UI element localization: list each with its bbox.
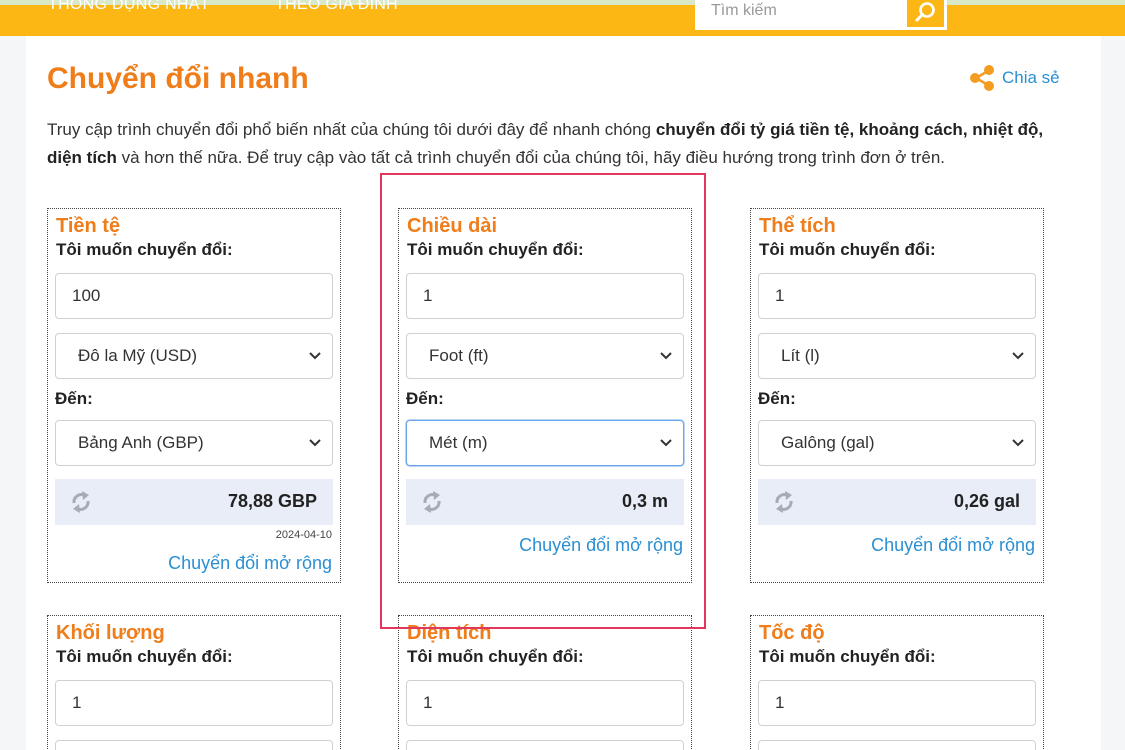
intro-paragraph: Truy cập trình chuyển đổi phổ biến nhất … [47, 116, 1047, 172]
result-box: 78,88 GBP [55, 479, 333, 525]
from-unit-value: Foot (ft) [429, 346, 489, 365]
amount-input[interactable] [55, 680, 333, 726]
card-title: Tiền tệ [56, 215, 121, 237]
amount-input[interactable] [406, 680, 684, 726]
to-unit-value: Galông (gal) [781, 433, 875, 452]
from-unit-select[interactable]: Đô la Mỹ (USD) [55, 333, 333, 379]
chevron-down-icon [660, 352, 672, 360]
card-title: Thể tích [759, 215, 836, 237]
nav-item-by-family[interactable]: THEO GIA ĐÌNH [275, 0, 398, 14]
from-unit-select[interactable] [406, 740, 684, 750]
converter-card-speed: Tốc độ Tôi muốn chuyển đổi: [750, 615, 1044, 750]
extended-conversion-link[interactable]: Chuyển đổi mở rộng [871, 535, 1035, 556]
to-label: Đến: [55, 389, 93, 408]
card-title: Tốc độ [759, 622, 825, 644]
share-button[interactable]: Chia sẻ [968, 64, 1060, 92]
card-subtitle: Tôi muốn chuyển đổi: [759, 240, 936, 259]
converter-card-currency: Tiền tệ Tôi muốn chuyển đổi: Đô la Mỹ (U… [47, 208, 341, 583]
to-unit-select[interactable]: Bảng Anh (GBP) [55, 420, 333, 466]
from-unit-select[interactable] [758, 740, 1036, 750]
card-subtitle: Tôi muốn chuyển đổi: [56, 240, 233, 259]
top-nav-bar: THÔNG DỤNG NHẤT THEO GIA ĐÌNH [0, 0, 1125, 36]
chevron-down-icon [1012, 439, 1024, 447]
from-unit-value: Lít (l) [781, 346, 820, 365]
nav-item-most-common[interactable]: THÔNG DỤNG NHẤT [48, 0, 210, 14]
to-label: Đến: [406, 389, 444, 408]
card-subtitle: Tôi muốn chuyển đổi: [407, 240, 584, 259]
extended-conversion-link[interactable]: Chuyển đổi mở rộng [168, 553, 332, 574]
search-button[interactable] [907, 0, 947, 30]
converter-card-mass: Khối lượng Tôi muốn chuyển đổi: [47, 615, 341, 750]
rate-date: 2024-04-10 [275, 529, 332, 541]
swap-icon[interactable] [419, 489, 445, 515]
from-unit-select[interactable] [55, 740, 333, 750]
amount-input[interactable] [406, 273, 684, 319]
swap-icon[interactable] [771, 489, 797, 515]
card-subtitle: Tôi muốn chuyển đổi: [56, 647, 233, 666]
card-subtitle: Tôi muốn chuyển đổi: [407, 647, 584, 666]
page-title: Chuyển đổi nhanh [47, 62, 309, 95]
intro-text-1: Truy cập trình chuyển đổi phổ biến nhất … [47, 120, 656, 139]
card-title: Diện tích [407, 622, 492, 644]
converter-card-length: Chiều dài Tôi muốn chuyển đổi: Foot (ft)… [398, 208, 692, 583]
from-unit-select[interactable]: Lít (l) [758, 333, 1036, 379]
search-icon [915, 2, 935, 22]
chevron-down-icon [660, 439, 672, 447]
result-box: 0,3 m [406, 479, 684, 525]
amount-input[interactable] [758, 680, 1036, 726]
card-title: Khối lượng [56, 622, 165, 644]
to-unit-select[interactable]: Galông (gal) [758, 420, 1036, 466]
converter-card-volume: Thể tích Tôi muốn chuyển đổi: Lít (l) Đế… [750, 208, 1044, 583]
to-unit-value: Bảng Anh (GBP) [78, 433, 204, 452]
result-value: 0,26 gal [953, 491, 1020, 511]
to-unit-select[interactable]: Mét (m) [406, 420, 684, 466]
card-title: Chiều dài [407, 215, 498, 237]
from-unit-select[interactable]: Foot (ft) [406, 333, 684, 379]
chevron-down-icon [1012, 352, 1024, 360]
swap-icon[interactable] [68, 489, 94, 515]
result-value: 78,88 GBP [227, 491, 317, 511]
intro-text-2: và hơn thế nữa. Để truy cập vào tất cả t… [116, 148, 946, 167]
chevron-down-icon [309, 439, 321, 447]
amount-input[interactable] [758, 273, 1036, 319]
extended-conversion-link[interactable]: Chuyển đổi mở rộng [519, 535, 683, 556]
result-value: 0,3 m [621, 491, 668, 511]
to-unit-value: Mét (m) [429, 433, 488, 452]
card-subtitle: Tôi muốn chuyển đổi: [759, 647, 936, 666]
share-label: Chia sẻ [1002, 68, 1060, 87]
to-label: Đến: [758, 389, 796, 408]
from-unit-value: Đô la Mỹ (USD) [78, 346, 198, 365]
amount-input[interactable] [55, 273, 333, 319]
chevron-down-icon [309, 352, 321, 360]
result-box: 0,26 gal [758, 479, 1036, 525]
search-input[interactable] [695, 0, 907, 30]
share-icon [970, 65, 994, 91]
converter-card-area: Diện tích Tôi muốn chuyển đổi: [398, 615, 692, 750]
